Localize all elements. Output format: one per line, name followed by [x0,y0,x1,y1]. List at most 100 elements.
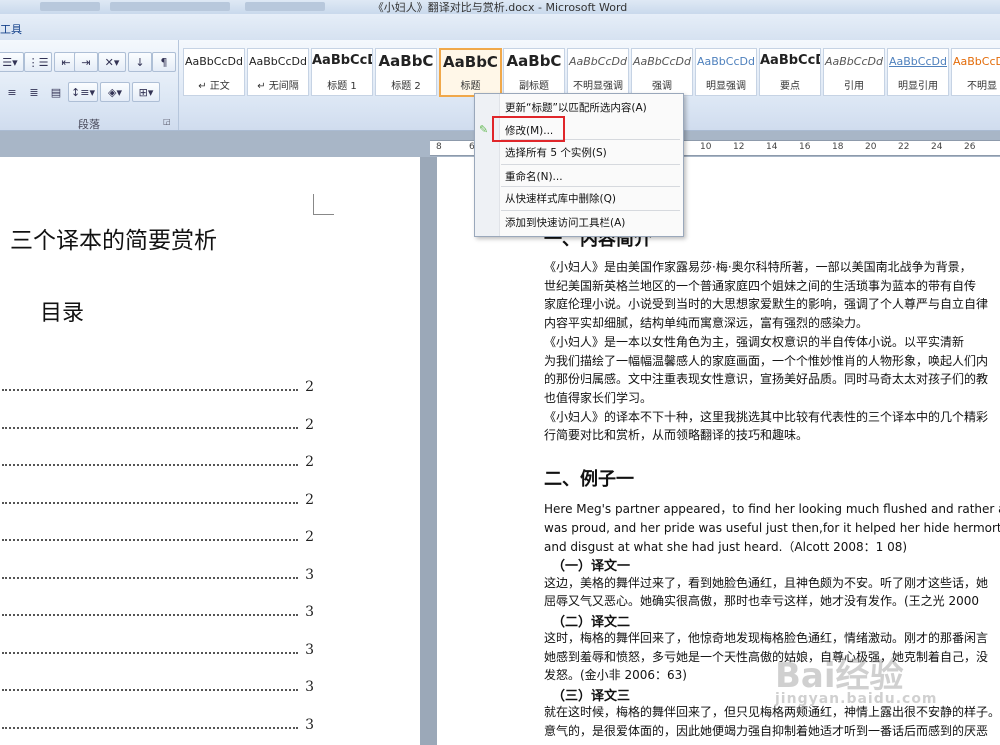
distributed-icon: ▤ [50,85,62,99]
style-sample: AaBbCcDd [889,55,947,68]
ruler-tick: 16 [799,142,811,152]
borders-button[interactable]: ⊞▾ [132,82,160,102]
justify-icon: ≣ [29,85,39,99]
toc-page-number: 2 [305,491,314,508]
toc-line[interactable]: 2 [0,413,314,433]
multilevel-list-icon: ⋮☰ [27,55,49,69]
show-marks-button[interactable]: ¶ [152,52,176,72]
style-sample: AaBbCcDd [249,55,307,68]
heading-example-one: 二、例子一 [544,469,634,490]
style-sample: AaBbC [378,52,434,70]
toc-leader [2,576,298,579]
menu-item-3[interactable]: 重命名(N)... [505,169,563,184]
style-name: 不明显 [967,81,997,92]
style-1[interactable]: AaBbCcDd ↵ 无间隔 [247,48,309,96]
ruler-tick: 10 [700,142,712,152]
ribbon-tab-tools[interactable]: 工具 [0,21,22,37]
ruler-tick: 14 [766,142,778,152]
style-8[interactable]: AaBbCcDd 明显强调 [695,48,757,96]
english-line: and disgust at what she had just heard.（… [544,540,908,554]
style-2[interactable]: AaBbCcD 标题 1 [311,48,373,96]
style-5[interactable]: AaBbC 副标题 [503,48,565,96]
style-11[interactable]: AaBbCcDd 明显引用 [887,48,949,96]
ruler-tick: 26 [964,142,976,152]
style-name: 副标题 [519,81,549,92]
chinese-layout-button[interactable]: ✕▾ [98,52,126,72]
style-name: 不明显强调 [573,81,623,92]
toc-line[interactable]: 3 [0,600,314,620]
ruler-tick: 24 [931,142,943,152]
intro-line: 也值得家长们学习。 [544,390,653,405]
toc-line[interactable]: 2 [0,450,314,470]
intro-line: 世纪美国新英格兰地区的一个普通家庭四个姐妹之间的生活琐事为蓝本的带有自传 [544,278,977,293]
toc-title: 目录 [40,301,85,326]
menu-item-4[interactable]: 从快速样式库中删除(Q) [505,191,616,206]
toc-leader [2,651,298,654]
style-7[interactable]: AaBbCcDd 强调 [631,48,693,96]
paragraph-group-label: 段落 [78,118,100,131]
intro-line: 家庭伦理小说。小说受到当时的大思想家爱默生的影响，强调了个人尊严与自立自律 [544,297,989,312]
justify-button[interactable]: ≣ [22,82,46,102]
toc-page-number: 2 [305,416,314,433]
intro-line: 行简要对比和赏析，从而领略翻译的技巧和趣味。 [544,428,809,443]
menu-separator [501,186,680,187]
toc-leader [2,426,298,429]
english-line: Here Meg's partner appeared，to find her … [544,502,1000,516]
sort-button[interactable]: ↓ [128,52,152,72]
multilevel-list-button[interactable]: ⋮☰ [24,52,52,72]
ribbon-tab-row: 工具 [0,14,1000,41]
style-sample: AaBbCcDd [697,55,755,68]
toc-line[interactable]: 2 [0,525,314,545]
style-12[interactable]: AaBbCcDd 不明显 [951,48,1000,96]
style-6[interactable]: AaBbCcDd 不明显强调 [567,48,629,96]
style-name: 强调 [652,81,672,92]
toc-leader [2,614,298,616]
intro-line: 为我们描绘了一幅幅温馨感人的家庭画面，一个个惟妙惟肖的人物形象，唤起人们内 [544,353,989,368]
style-0[interactable]: AaBbCcDd ↵ 正文 [183,48,245,96]
toc-leader [2,464,298,466]
decrease-indent-icon: ⇤ [61,55,71,69]
shading-button[interactable]: ◈▾ [100,82,130,102]
translation-line: 屈辱又气又恶心。她确实很高傲，那时也幸亏这样，她才没有发作。(王之光 2000 [544,594,980,608]
toc-line[interactable]: 2 [0,375,314,395]
paragraph-group: ☰▾ ⋮☰ ⇤ ⇥ ✕▾ ↓ ¶ ≡ ≣ ▤ ↕≡▾ ◈▾ ⊞▾ 段落 ◲ [0,40,179,131]
style-name: 要点 [780,81,800,92]
translation-label: （二）译文二 [552,614,631,630]
style-9[interactable]: AaBbCcDd 要点 [759,48,821,96]
sort-icon: ↓ [135,55,145,69]
style-3[interactable]: AaBbC 标题 2 [375,48,437,96]
intro-line: 内容平实却细腻，结构单纯而寓意深远，富有强烈的感染力。 [544,316,869,331]
toc-page-number: 3 [305,641,314,658]
style-sample: AaBbCcDd [569,55,627,68]
bullets-button[interactable]: ☰▾ [0,52,24,72]
align-left-button[interactable]: ≡ [0,82,24,102]
toc-leader [2,726,298,729]
style-sample: AaBbCcDd [185,55,243,68]
menu-separator [501,210,680,211]
toc-line[interactable]: 3 [0,563,314,583]
style-4[interactable]: AaBbC 标题 [439,48,502,97]
distributed-button[interactable]: ▤ [44,82,68,102]
toc-line[interactable]: 3 [0,713,314,733]
watermark-suffix: 经验 [835,656,904,696]
toc-line[interactable]: 3 [0,675,314,695]
toc-leader [2,389,298,391]
style-name: 标题 [460,81,481,92]
toc-page-number: 3 [305,679,314,695]
increase-indent-button[interactable]: ⇥ [74,52,98,72]
menu-item-5[interactable]: 添加到快速访问工具栏(A) [505,215,625,230]
intro-line: 《小妇人》是一本以女性角色为主，强调女权意识的半自传体小说。以平实清新 [544,334,965,349]
line-spacing-button[interactable]: ↕≡▾ [68,82,98,102]
toc-line[interactable]: 3 [0,638,314,658]
window-title: 《小妇人》翻译对比与赏析.docx - Microsoft Word [372,1,628,14]
menu-item-0[interactable]: 更新“标题”以匹配所选内容(A) [505,100,647,115]
dialog-launcher-icon[interactable]: ◲ [163,117,171,126]
style-context-menu: 更新“标题”以匹配所选内容(A) 修改(M)... 选择所有 5 个实例(S) 重命名… [474,93,684,237]
menu-item-2[interactable]: 选择所有 5 个实例(S) [505,145,607,160]
title-bar: 《小妇人》翻译对比与赏析.docx - Microsoft Word [0,0,1000,14]
style-sample: AaBbCcD [312,53,372,68]
toc-line[interactable]: 2 [0,488,314,508]
style-sample: AaBbCcDd [760,53,820,68]
ruler-tick: 20 [865,142,877,152]
style-10[interactable]: AaBbCcDd 引用 [823,48,885,96]
